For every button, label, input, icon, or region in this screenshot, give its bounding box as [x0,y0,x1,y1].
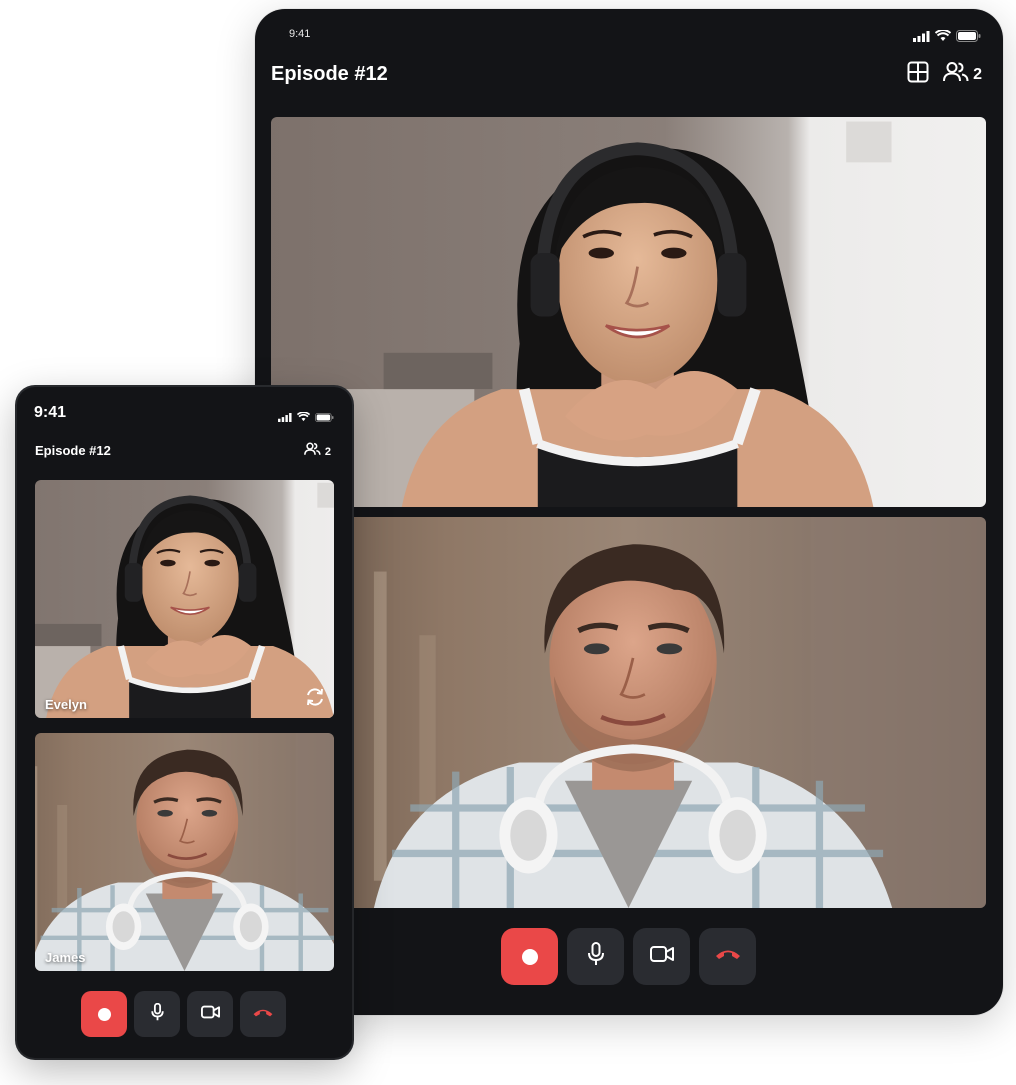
battery-icon [315,409,334,427]
battery-icon [956,29,981,47]
participants-button[interactable]: 2 [303,442,331,461]
microphone-icon [150,1002,165,1026]
participants-button[interactable]: 2 [943,61,982,88]
participant-name: Evelyn [45,697,87,712]
participants-icon [943,61,969,88]
participants-icon [303,442,321,461]
wifi-icon [934,29,952,47]
call-controls [81,991,286,1037]
phone-hangup-icon [252,1005,274,1023]
video-camera-icon [200,1005,220,1024]
video-tile-james[interactable] [271,517,986,908]
participant-count: 2 [324,445,331,458]
header-actions: 2 [303,442,331,461]
participant-name: James [45,950,86,965]
record-icon [97,1007,111,1021]
video-camera-icon [649,945,674,968]
record-icon [521,948,538,965]
video-feed-james [35,733,334,971]
status-icons [913,29,981,47]
microphone-icon [586,942,606,971]
header-actions: 2 [907,61,982,88]
microphone-button[interactable] [567,928,624,985]
wifi-icon [296,409,311,427]
microphone-button[interactable] [134,991,180,1037]
phone-device: 9:41 Episode #12 2 Evelyn James [17,387,352,1058]
end-call-button[interactable] [699,928,756,985]
end-call-button[interactable] [240,991,286,1037]
participant-count: 2 [973,65,982,83]
camera-button[interactable] [187,991,233,1037]
flip-camera-icon[interactable] [305,687,325,712]
status-time: 9:41 [289,28,311,40]
record-button[interactable] [81,991,127,1037]
grid-view-icon[interactable] [907,61,929,88]
call-controls [501,928,756,985]
video-tile-james[interactable]: James [35,733,334,971]
video-feed-evelyn [271,117,986,507]
phone-hangup-icon [714,947,742,966]
tablet-device: 9:41 Episode #12 2 [255,9,1003,1015]
status-icons [278,409,334,427]
status-time: 9:41 [34,404,67,421]
session-title: Episode #12 [271,63,388,85]
camera-button[interactable] [633,928,690,985]
video-feed-james [271,517,986,908]
video-tile-evelyn[interactable]: Evelyn [35,480,334,718]
video-feed-evelyn [35,480,334,718]
signal-icon [278,409,292,427]
record-button[interactable] [501,928,558,985]
signal-icon [913,29,930,47]
session-title: Episode #12 [35,443,111,458]
video-tile-evelyn[interactable] [271,117,986,507]
